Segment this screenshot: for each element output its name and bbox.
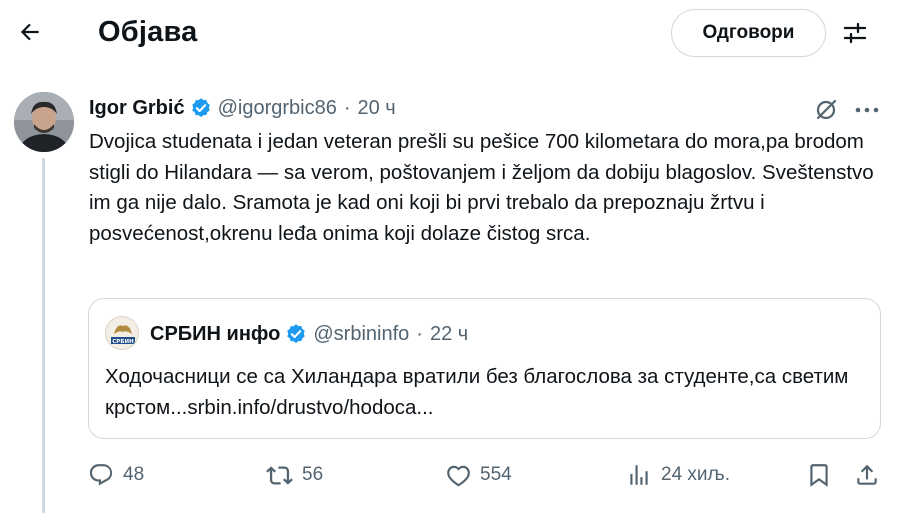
views-action[interactable]: 24 хиљ. (626, 458, 730, 492)
reply-action[interactable]: 48 (88, 458, 144, 492)
author-photo-icon (14, 92, 74, 152)
quoted-author-name: СРБИН инфо (150, 322, 281, 345)
top-bar: Објава Одговори (0, 0, 900, 70)
bookmark-action[interactable] (806, 458, 832, 492)
heart-icon (447, 465, 470, 487)
quoted-verified-badge-icon (285, 323, 307, 345)
like-count: 554 (480, 464, 512, 485)
author-handle[interactable]: @igorgrbic86 (218, 97, 337, 120)
quoted-separator: · (416, 322, 423, 345)
quoted-author-avatar: СРБИН (105, 316, 139, 350)
srbin-logo-icon: СРБИН (106, 317, 138, 349)
arrow-left-icon (20, 23, 39, 41)
share-action[interactable] (854, 458, 880, 492)
grok-icon (816, 99, 837, 120)
repost-icon (266, 465, 293, 485)
bookmark-icon (810, 464, 828, 487)
quoted-handle: @srbininfo (313, 322, 410, 345)
reply-button[interactable]: Одговори (671, 9, 826, 57)
more-options-button[interactable] (852, 96, 882, 124)
grok-button[interactable] (812, 96, 840, 124)
author-avatar[interactable] (14, 92, 74, 152)
post-text: Dvojica studenata i jedan veteran prešli… (89, 130, 874, 245)
sliders-icon (843, 22, 867, 44)
quoted-avatar-text: СРБИН (112, 339, 134, 345)
post-time[interactable]: 20 ч (358, 97, 396, 120)
quoted-text: Ходочасници се са Хиландара вратили без … (105, 365, 849, 419)
page-title: Објава (98, 16, 198, 48)
quoted-meta: СРБИН инфо @srbininfo · 22 ч (150, 320, 468, 348)
repost-action[interactable]: 56 (266, 458, 323, 492)
more-dots-icon (855, 107, 879, 113)
meta-separator: · (343, 96, 351, 119)
post-meta: Igor Grbić @igorgrbic86 · 20 ч (89, 95, 396, 121)
quoted-time: 22 ч (429, 322, 469, 345)
thread-line (42, 158, 45, 513)
action-bar: 48 56 554 24 хиљ. (88, 458, 888, 492)
author-name[interactable]: Igor Grbić (89, 97, 185, 120)
quoted-post[interactable]: СРБИН СРБИН инфо @srbininfo · 22 ч Ходоч… (88, 298, 881, 439)
reply-count: 48 (123, 464, 145, 485)
back-button[interactable] (12, 14, 48, 50)
share-upload-icon (857, 464, 877, 485)
views-count: 24 хиљ. (661, 464, 731, 485)
like-action[interactable]: 554 (445, 458, 512, 492)
reply-bubble-icon (89, 464, 113, 486)
repost-count: 56 (302, 464, 324, 485)
filter-button[interactable] (838, 16, 872, 50)
analytics-bars-icon (630, 465, 648, 485)
verified-badge-icon (190, 97, 212, 119)
